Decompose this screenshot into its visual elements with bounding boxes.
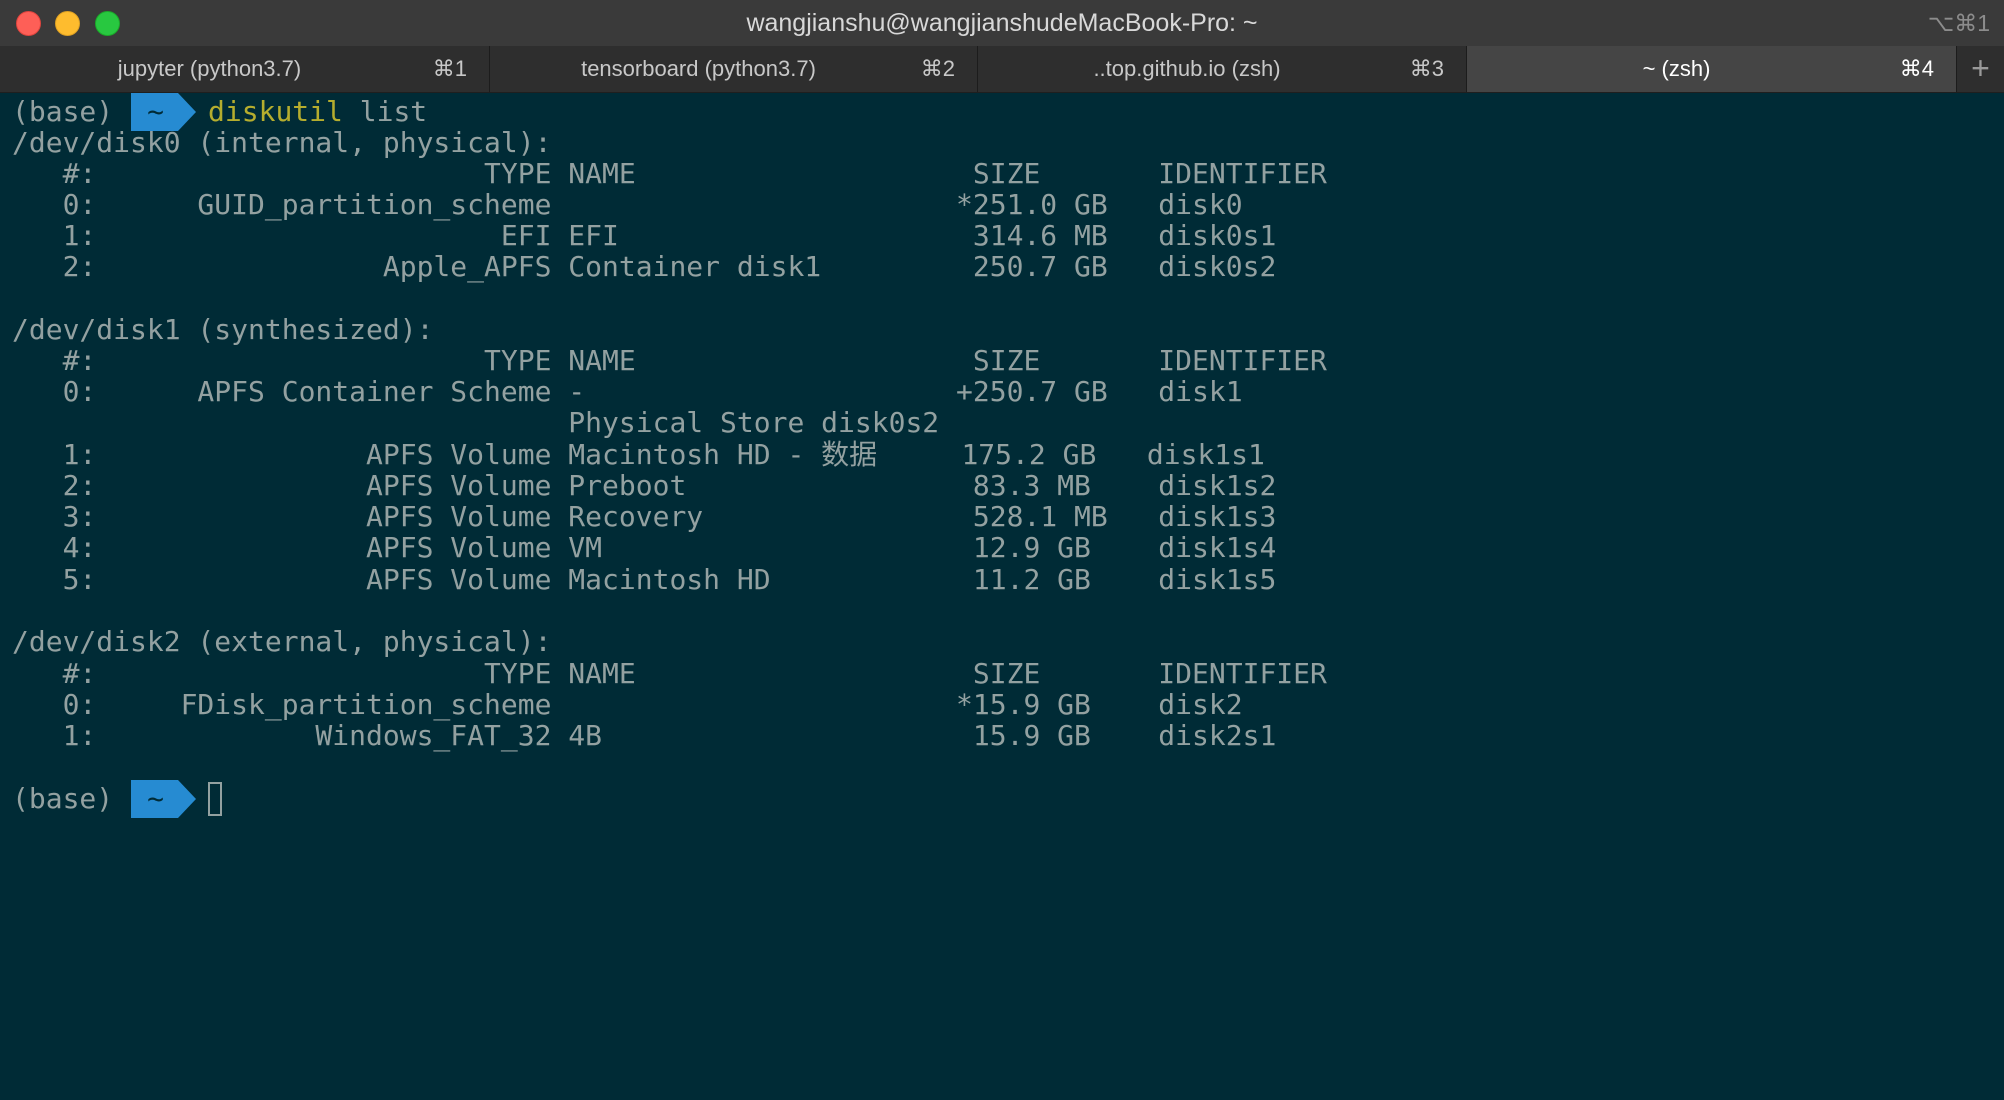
conda-env-label: (base) — [12, 782, 114, 815]
text-cursor[interactable] — [208, 782, 223, 816]
output-line: 1: Windows_FAT_32 4B 15.9 GB disk2s1 — [12, 719, 1277, 752]
terminal-window: wangjianshu@wangjianshudeMacBook-Pro: ~ … — [0, 0, 2004, 1100]
tab-label: jupyter (python3.7) — [117, 56, 302, 81]
output-line: 2: Apple_APFS Container disk1 250.7 GB d… — [12, 250, 1277, 283]
tab-shortcut: ⌘2 — [920, 56, 955, 81]
terminal-content[interactable]: (base) ~ diskutil list /dev/disk0 (interna… — [0, 92, 2004, 1100]
tab-zsh-home[interactable]: ~ (zsh) ⌘4 — [1467, 46, 1957, 92]
tab-bar: jupyter (python3.7) ⌘1 tensorboard (pyth… — [0, 46, 2004, 93]
tab-jupyter[interactable]: jupyter (python3.7) ⌘1 — [0, 46, 490, 92]
tab-label: ~ (zsh) — [1642, 56, 1711, 81]
tab-shortcut: ⌘1 — [432, 56, 467, 81]
title-bar[interactable]: wangjianshu@wangjianshudeMacBook-Pro: ~ … — [0, 0, 2004, 47]
tab-tensorboard[interactable]: tensorboard (python3.7) ⌘2 — [490, 46, 978, 92]
tab-shortcut: ⌘3 — [1409, 56, 1444, 81]
tab-label: tensorboard (python3.7) — [581, 56, 816, 81]
active-prompt-line[interactable]: (base) ~ — [12, 779, 223, 819]
new-tab-button[interactable]: + — [1957, 46, 2004, 92]
window-title: wangjianshu@wangjianshudeMacBook-Pro: ~ — [746, 9, 1258, 37]
output-line: 5: APFS Volume Macintosh HD 11.2 GB disk… — [12, 563, 1277, 596]
cwd-badge: ~ — [131, 780, 196, 818]
tab-github-io[interactable]: ..top.github.io (zsh) ⌘3 — [978, 46, 1467, 92]
window-shortcut: ⌥⌘1 — [1927, 10, 1990, 36]
tab-label: ..top.github.io (zsh) — [1093, 56, 1281, 81]
tab-shortcut: ⌘4 — [1899, 56, 1934, 81]
